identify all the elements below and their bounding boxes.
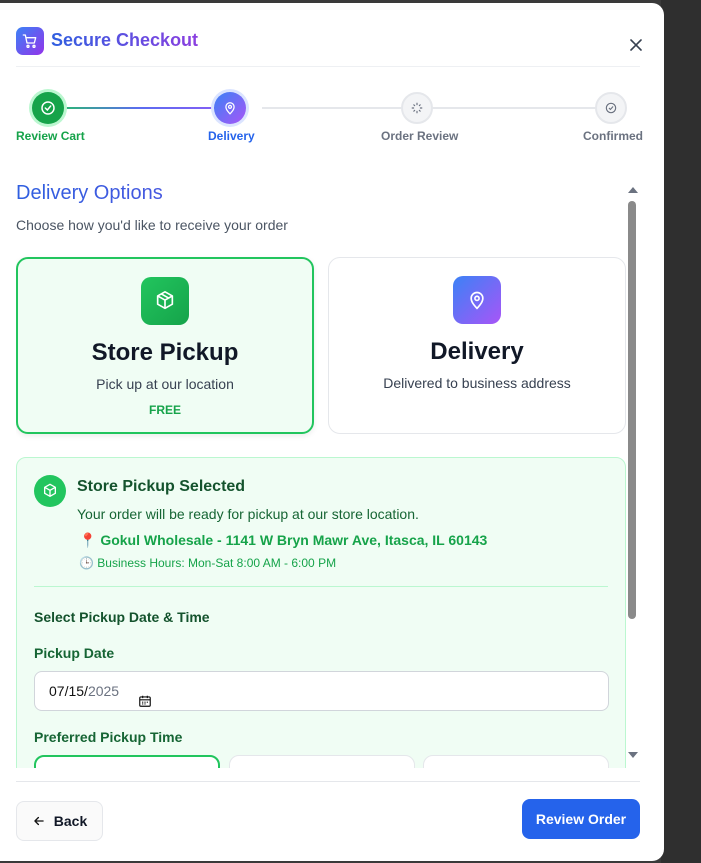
time-slot[interactable] xyxy=(423,755,609,768)
review-order-button[interactable]: Review Order xyxy=(522,799,640,839)
backdrop xyxy=(661,0,701,863)
pickup-date-label: Pickup Date xyxy=(34,645,115,661)
pickup-time-label: Preferred Pickup Time xyxy=(34,729,183,745)
modal-header: Secure Checkout xyxy=(16,27,642,67)
step-label: Review Cart xyxy=(16,129,85,143)
option-name: Delivery xyxy=(430,338,524,365)
section-subtitle: Choose how you'd like to receive your or… xyxy=(16,217,288,233)
pickup-date-input[interactable]: 07/15/2025 xyxy=(34,671,609,711)
clock-icon: 🕒 xyxy=(79,556,94,570)
step-connector xyxy=(48,107,230,109)
package-icon xyxy=(34,475,66,507)
scroll-thumb[interactable] xyxy=(628,201,636,619)
package-icon xyxy=(141,277,189,325)
step-delivery[interactable] xyxy=(214,92,246,124)
pickup-select-title: Select Pickup Date & Time xyxy=(34,609,210,625)
arrow-left-icon xyxy=(34,816,44,826)
scroll-down-icon[interactable] xyxy=(628,752,638,758)
option-name: Store Pickup xyxy=(91,339,239,366)
sparkle-icon xyxy=(411,102,423,114)
review-label: Review Order xyxy=(535,811,627,827)
option-desc: Pick up at our location xyxy=(96,376,234,392)
pin-icon: 📍 xyxy=(79,532,97,548)
step-label: Delivery xyxy=(208,129,255,143)
time-slot[interactable] xyxy=(229,755,415,768)
date-month-day: 07/15/ xyxy=(49,683,88,699)
content-scrollbar[interactable] xyxy=(626,183,638,761)
close-icon[interactable] xyxy=(626,35,646,55)
business-hours: 🕒 Business Hours: Mon-Sat 8:00 AM - 6:00… xyxy=(79,556,336,570)
check-circle-icon xyxy=(41,101,55,115)
step-label: Order Review xyxy=(381,129,459,143)
step-order-review[interactable] xyxy=(401,92,433,124)
modal-footer: Back Review Order xyxy=(16,781,640,841)
section-title: Delivery Options xyxy=(16,182,626,205)
address-text: Gokul Wholesale - 1141 W Bryn Mawr Ave, … xyxy=(100,532,488,548)
date-year: 2025 xyxy=(87,683,120,699)
step-label: Confirmed xyxy=(583,129,643,143)
scroll-up-icon[interactable] xyxy=(628,187,638,193)
option-desc: Delivered to business address xyxy=(383,375,571,391)
pickup-address: 📍 Gokul Wholesale - 1141 W Bryn Mawr Ave… xyxy=(79,532,487,549)
pickup-details: Store Pickup Selected Your order will be… xyxy=(16,457,626,768)
delivery-option[interactable]: Delivery Delivered to business address xyxy=(328,257,626,434)
map-pin-icon xyxy=(453,276,501,324)
hours-text: Business Hours: Mon-Sat 8:00 AM - 6:00 P… xyxy=(97,556,337,570)
back-label: Back xyxy=(53,813,88,829)
modal-title: Secure Checkout xyxy=(51,30,199,50)
calendar-icon[interactable] xyxy=(138,684,152,722)
delivery-content: Delivery Options Choose how you'd like t… xyxy=(16,168,626,768)
step-confirmed[interactable] xyxy=(595,92,627,124)
pickup-message: Your order will be ready for pickup at o… xyxy=(77,506,419,522)
checkout-modal: Secure Checkout Review Cart Delivery Ord… xyxy=(0,3,664,861)
step-review-cart[interactable] xyxy=(32,92,64,124)
divider xyxy=(34,586,608,587)
step-connector xyxy=(262,107,612,109)
delivery-options: Store Pickup Pick up at our location FRE… xyxy=(16,257,626,435)
cart-icon xyxy=(16,27,44,55)
map-pin-icon xyxy=(225,102,235,115)
checkout-stepper: Review Cart Delivery Order Review Confir… xyxy=(16,88,643,148)
pickup-title: Store Pickup Selected xyxy=(77,478,246,495)
store-pickup-option[interactable]: Store Pickup Pick up at our location FRE… xyxy=(16,257,314,434)
back-button[interactable]: Back xyxy=(16,801,103,841)
check-circle-icon xyxy=(605,102,617,114)
option-price: FREE xyxy=(148,403,181,417)
time-slot[interactable] xyxy=(34,755,220,768)
